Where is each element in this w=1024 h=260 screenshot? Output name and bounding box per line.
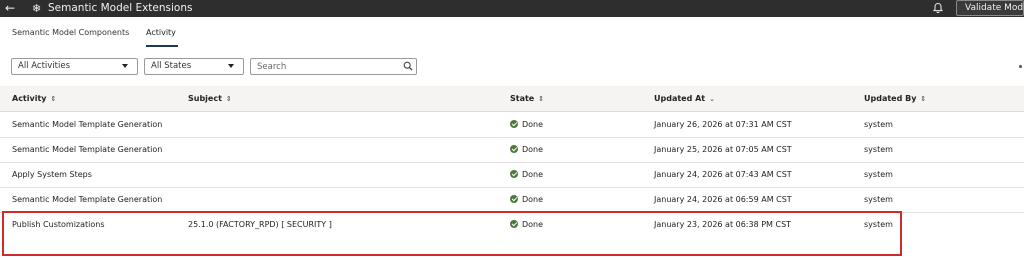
column-label: State [510,94,535,103]
activity-cell: Semantic Model Template Generation [12,195,163,204]
back-arrow-icon[interactable]: ← [5,0,15,17]
sort-icon: ⇕ [538,95,545,103]
activity-filter-select[interactable]: All Activities [11,58,138,75]
activity-cell: Apply System Steps [12,170,92,179]
state-label: Done [522,120,544,129]
state-label: Done [522,195,544,204]
tab-activity[interactable]: Activity [146,28,176,37]
column-label: Updated By [864,94,917,103]
activity-cell: Semantic Model Template Generation [12,145,163,154]
check-circle-icon [510,120,518,128]
sort-icon: ⇕ [225,95,232,103]
column-header-state[interactable]: State ⇕ [510,94,544,103]
validate-model-button[interactable]: Validate Model [956,0,1024,16]
active-tab-indicator [146,45,178,47]
state-filter-select[interactable]: All States [144,58,244,75]
table-header: Activity ⇕ Subject ⇕ State ⇕ Updated At ⌄ Up… [0,86,1024,112]
column-label: Subject [188,94,222,103]
updated-at-cell: January 25, 2026 at 07:05 AM CST [654,145,792,154]
state-filter-value: All States [151,61,192,71]
updated-by-cell: system [864,145,893,154]
search-input[interactable] [250,58,417,75]
sort-icon: ⇕ [50,95,57,103]
column-header-updated-by[interactable]: Updated By ⇕ [864,94,926,103]
search-icon[interactable] [403,61,413,71]
state-cell: Done [510,195,543,204]
table-row[interactable]: Semantic Model Template Generation Done … [0,112,1024,138]
table-row[interactable]: Apply System Steps Done January 24, 2026… [0,162,1024,188]
column-header-updated-at[interactable]: Updated At ⌄ [654,94,715,103]
tab-semantic-model-components[interactable]: Semantic Model Components [12,28,129,37]
column-header-subject[interactable]: Subject ⇕ [188,94,232,103]
state-label: Done [522,170,544,179]
state-label: Done [522,145,544,154]
sort-descending-icon: ⌄ [709,95,715,103]
tab-bar: Semantic Model Components Activity [0,18,1024,46]
column-header-activity[interactable]: Activity ⇕ [12,94,56,103]
state-cell: Done [510,170,543,179]
app-header: ← ❄ Semantic Model Extensions Validate M… [0,0,1024,17]
snowflake-icon: ❄ [32,2,42,15]
updated-at-cell: January 26, 2026 at 07:31 AM CST [654,120,792,129]
check-circle-icon [510,195,518,203]
sort-icon: ⇕ [920,95,927,103]
overflow-dot [1019,65,1022,68]
check-circle-icon [510,145,518,153]
updated-at-cell: January 24, 2026 at 07:43 AM CST [654,170,792,179]
updated-by-cell: system [864,120,893,129]
column-label: Updated At [654,94,706,103]
updated-at-cell: January 24, 2026 at 06:59 AM CST [654,195,792,204]
page-title: Semantic Model Extensions [48,2,193,14]
check-circle-icon [510,170,518,178]
updated-by-cell: system [864,170,893,179]
chevron-down-icon [228,64,234,68]
activity-filter-value: All Activities [18,61,71,71]
table-row[interactable]: Semantic Model Template Generation Done … [0,187,1024,213]
updated-by-cell: system [864,195,893,204]
column-label: Activity [12,94,47,103]
bell-icon[interactable] [932,2,944,14]
chevron-down-icon [122,64,128,68]
state-cell: Done [510,145,543,154]
highlight-box [2,211,902,256]
table-row[interactable]: Semantic Model Template Generation Done … [0,137,1024,163]
activity-cell: Semantic Model Template Generation [12,120,163,129]
state-cell: Done [510,120,543,129]
